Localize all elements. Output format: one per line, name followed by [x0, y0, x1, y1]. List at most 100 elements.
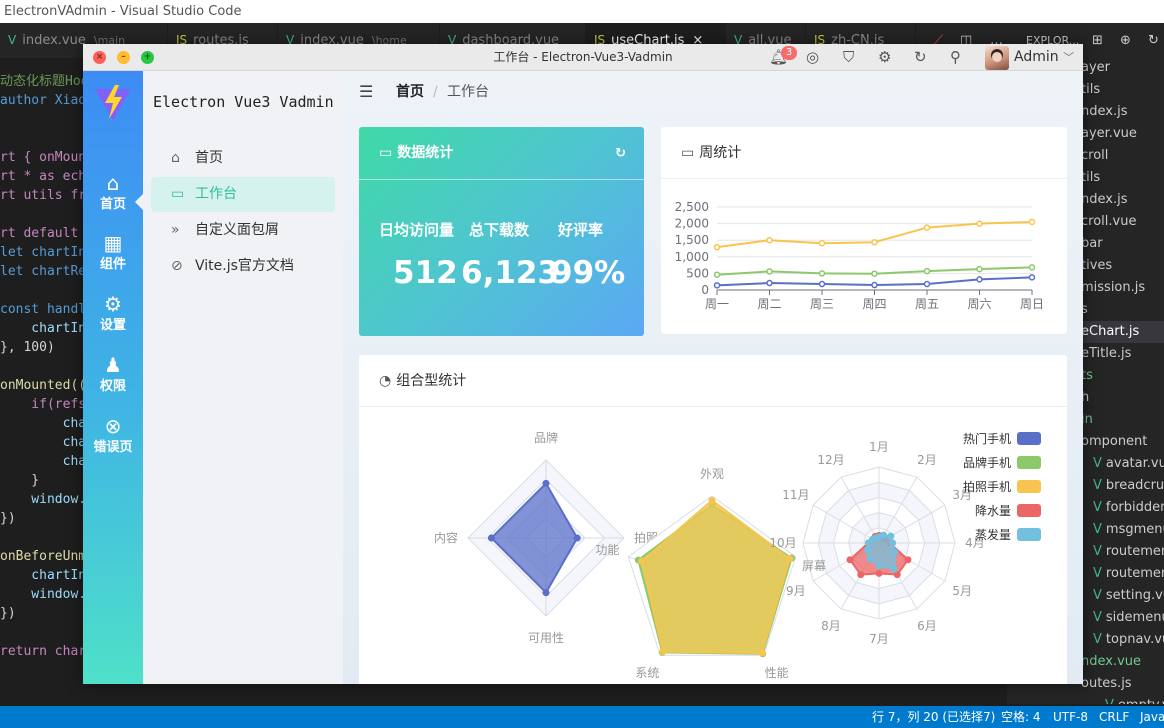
explorer-item[interactable]: eTitle.js — [1081, 344, 1131, 364]
explorer-item[interactable]: Vsetting.vue — [1093, 586, 1164, 606]
data-point[interactable] — [1028, 264, 1036, 271]
menu-item-1[interactable]: ▭ 工作台 — [151, 177, 335, 212]
radar-point[interactable] — [659, 648, 667, 656]
nav-item-1[interactable]: ▦ 组件 — [83, 231, 143, 287]
code-editor[interactable]: 动态化标题Hoo author Xiao rt { onMoun rt * as ec… — [0, 58, 85, 704]
data-point[interactable] — [713, 271, 721, 278]
radar-point[interactable] — [786, 555, 794, 563]
legend-swatch[interactable] — [1017, 528, 1041, 541]
new-folder-icon[interactable]: ⊕ — [1116, 23, 1138, 58]
explorer-item[interactable]: tils — [1081, 168, 1100, 188]
explorer-item[interactable]: Vmsgmenu.vue — [1093, 520, 1164, 540]
data-point[interactable] — [766, 236, 773, 244]
legend-swatch[interactable] — [1017, 432, 1041, 445]
explorer-item[interactable]: Vempty.vue — [1105, 696, 1164, 704]
nav-item-3[interactable]: ♟ 权限 — [83, 353, 143, 409]
explorer-item[interactable]: Vroutemenu.vue — [1093, 542, 1164, 562]
polar-point[interactable] — [863, 546, 871, 554]
explorer-item[interactable]: Vbreadcrumb.vue — [1093, 476, 1164, 496]
refresh-explorer-icon[interactable]: ↻ — [1144, 23, 1164, 58]
data-point[interactable] — [871, 270, 878, 277]
data-point[interactable] — [766, 268, 773, 275]
settings-icon[interactable]: ⚙ — [878, 47, 891, 67]
data-point[interactable] — [923, 224, 931, 231]
explorer-item[interactable]: eChart.js — [1081, 322, 1139, 342]
data-point[interactable] — [818, 239, 826, 247]
indent-setting[interactable]: 空格: 4 — [1001, 706, 1041, 728]
cursor-position[interactable]: 行 7，列 20 (已选择7) — [872, 706, 995, 728]
data-point[interactable] — [976, 265, 983, 273]
explorer-item[interactable]: Vsidemenu.vue — [1093, 608, 1164, 628]
polar-point[interactable] — [875, 569, 883, 577]
radar-point[interactable] — [758, 649, 766, 657]
data-point[interactable] — [818, 270, 826, 277]
legend-swatch[interactable] — [1017, 504, 1041, 517]
data-point[interactable] — [1028, 218, 1036, 226]
menu-item-3[interactable]: ⊘ Vite.js官方文档 — [151, 249, 335, 284]
user-name[interactable]: Admin ﹀ — [1014, 44, 1074, 71]
polar-point[interactable] — [889, 539, 897, 547]
radar-point[interactable] — [542, 589, 550, 597]
data-point[interactable] — [923, 280, 931, 288]
polar-point[interactable] — [875, 562, 883, 570]
legend-label[interactable]: 热门手机 — [963, 431, 1011, 446]
polar-point[interactable] — [846, 556, 854, 564]
explorer-item[interactable]: omponent — [1081, 432, 1147, 452]
radar-point[interactable] — [708, 496, 716, 504]
radar-point[interactable] — [542, 479, 550, 487]
shirt-icon[interactable]: ⛉ — [843, 47, 854, 67]
legend-label[interactable]: 品牌手机 — [963, 456, 1011, 470]
radar-point[interactable] — [573, 534, 581, 542]
data-point[interactable] — [923, 267, 931, 275]
nav-item-4[interactable]: ⊗ 错误页 — [83, 414, 143, 470]
explorer-item[interactable]: ndex.js — [1081, 190, 1127, 210]
explorer-item[interactable]: Vtopnav.vue — [1093, 630, 1164, 650]
combo-radar-charts[interactable]: 品牌拍照可用性内容外观拍照性能系统功能1月2月3月4月5月6月7月8月9月10月… — [359, 355, 1067, 684]
explorer-item[interactable]: croll.vue — [1081, 212, 1136, 232]
explorer-item[interactable]: VroutemenuItem — [1093, 564, 1164, 584]
polar-point[interactable] — [890, 565, 898, 573]
refresh-icon[interactable]: ↻ — [914, 47, 927, 67]
legend-label[interactable]: 降水量 — [975, 504, 1011, 518]
menu-item-0[interactable]: ⌂ 首页 — [151, 141, 335, 176]
polar-point[interactable] — [857, 571, 865, 579]
refresh-icon[interactable]: ↻ — [615, 127, 626, 180]
radar-point[interactable] — [638, 557, 646, 565]
language-mode[interactable]: Java — [1140, 706, 1164, 728]
polar-point[interactable] — [866, 555, 874, 563]
data-point[interactable] — [818, 280, 826, 288]
polar-point[interactable] — [887, 532, 895, 540]
menu-item-2[interactable]: » 自定义面包屑 — [151, 213, 335, 248]
data-point[interactable] — [871, 238, 878, 246]
explorer-item[interactable]: bar — [1081, 234, 1103, 254]
polar-point[interactable] — [880, 531, 888, 539]
nav-item-2[interactable]: ⚙ 设置 — [83, 292, 143, 348]
weekly-line-chart[interactable]: 0 500 1,000 1,500 2,000 2,500 周一 周二 周三 周四 周五 周六 周日 — [661, 127, 1067, 334]
data-point[interactable] — [976, 276, 983, 283]
explorer-item[interactable]: croll — [1081, 146, 1108, 166]
explorer-item[interactable]: ayer — [1081, 58, 1110, 78]
avatar[interactable] — [985, 46, 1009, 70]
data-point[interactable] — [871, 281, 878, 289]
explorer-item[interactable]: ndex.js — [1081, 102, 1127, 122]
legend-label[interactable]: 蒸发量 — [975, 527, 1011, 542]
explorer-item[interactable]: ndex.vue — [1081, 652, 1141, 672]
legend-label[interactable]: 拍照手机 — [963, 479, 1011, 494]
breadcrumb-home[interactable]: 首页 — [396, 71, 424, 113]
data-point[interactable] — [713, 243, 721, 251]
data-point[interactable] — [976, 220, 983, 227]
polar-point[interactable] — [904, 556, 912, 564]
new-file-icon[interactable]: ⊞ — [1088, 23, 1110, 58]
data-point[interactable] — [766, 279, 773, 287]
menu-toggle-icon[interactable]: ☰ — [359, 71, 373, 113]
explorer-item[interactable]: tils — [1081, 80, 1100, 100]
app-titlebar[interactable]: × – + 工作台 - Electron-Vue3-Vadmin 🔔︎ 3 ◎ … — [83, 44, 1083, 71]
explorer-item[interactable]: outes.js — [1081, 674, 1132, 694]
polar-point[interactable] — [891, 548, 899, 556]
globe-icon[interactable]: ◎ — [806, 47, 819, 67]
data-point[interactable] — [713, 282, 721, 289]
explorer-item[interactable]: Vforbidden.vue — [1093, 498, 1164, 518]
legend-swatch[interactable] — [1017, 456, 1041, 469]
polar-point[interactable] — [872, 534, 880, 542]
explorer-item[interactable]: mission.js — [1081, 278, 1145, 298]
